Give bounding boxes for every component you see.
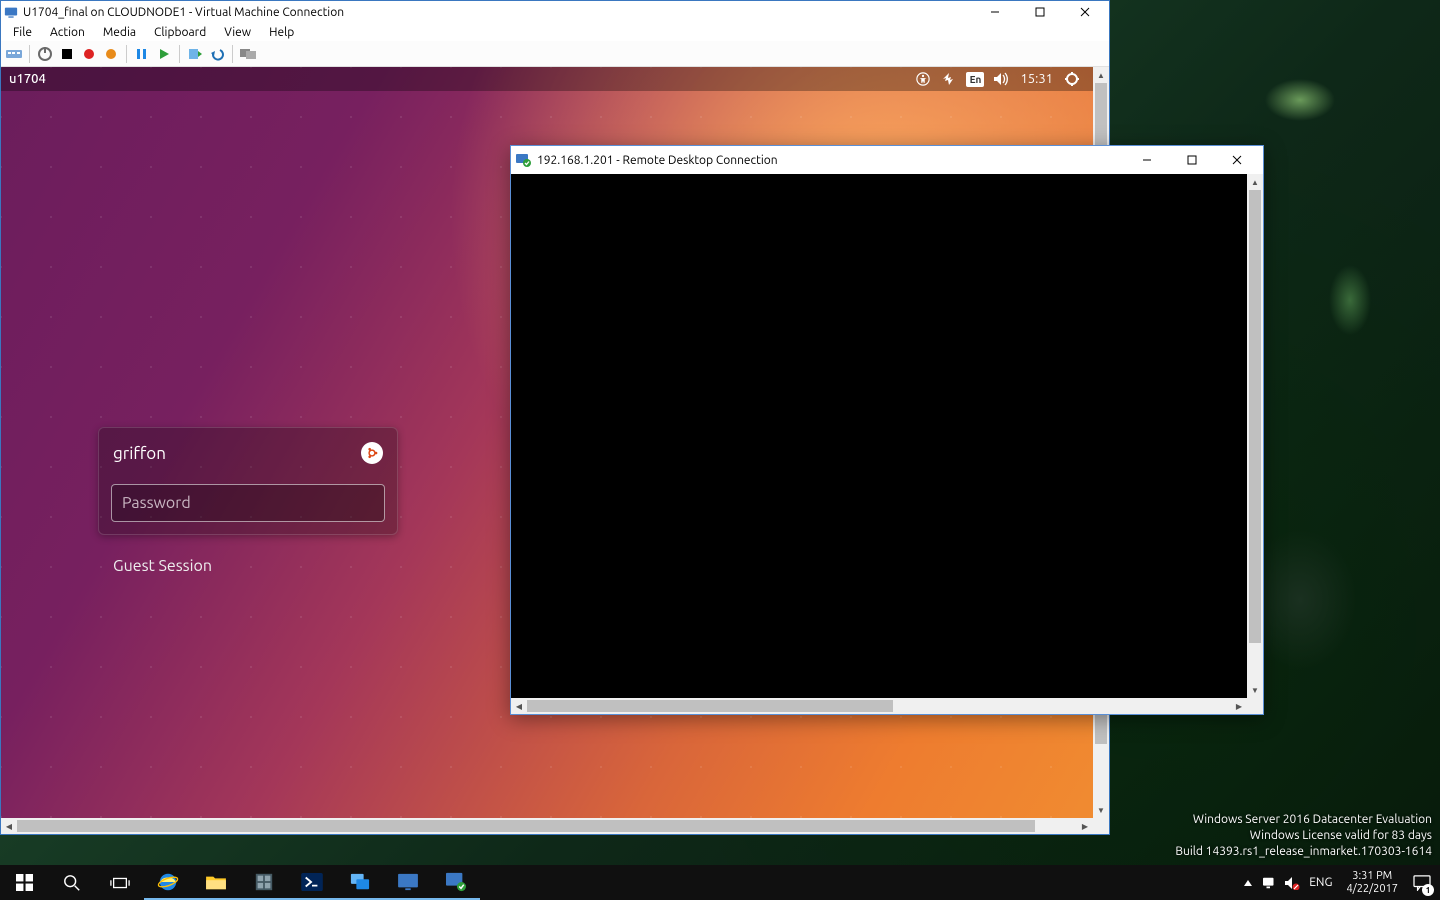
- menu-file[interactable]: File: [5, 25, 40, 40]
- taskbar-app-server-manager[interactable]: [240, 865, 288, 900]
- toolbar-separator: [232, 45, 233, 63]
- taskbar-app-powershell[interactable]: [288, 865, 336, 900]
- maximize-button[interactable]: [1017, 1, 1062, 23]
- scroll-left-icon[interactable]: ◀: [511, 698, 527, 714]
- menu-action[interactable]: Action: [42, 25, 93, 40]
- network-tray-icon[interactable]: [1259, 865, 1281, 900]
- taskbar-app-explorer[interactable]: [192, 865, 240, 900]
- menu-media[interactable]: Media: [95, 25, 144, 40]
- windows-taskbar: ENG 3:31 PM 4/22/2017 1: [0, 865, 1440, 900]
- taskbar-app-hyperv-manager[interactable]: [336, 865, 384, 900]
- guest-session-link[interactable]: Guest Session: [113, 557, 212, 575]
- start-button[interactable]: [0, 865, 48, 900]
- tray-overflow-icon[interactable]: [1237, 865, 1259, 900]
- minimize-button[interactable]: [972, 1, 1017, 23]
- login-username[interactable]: griffon: [113, 444, 166, 463]
- save-icon[interactable]: [102, 45, 120, 63]
- tray-date: 4/22/2017: [1346, 883, 1398, 896]
- scroll-up-icon[interactable]: ▲: [1093, 67, 1109, 83]
- action-center-button[interactable]: 1: [1406, 865, 1438, 900]
- vmconnect-title: U1704_final on CLOUDNODE1 - Virtual Mach…: [23, 6, 344, 19]
- scroll-right-icon[interactable]: ▶: [1077, 818, 1093, 834]
- accessibility-icon[interactable]: [914, 70, 932, 88]
- menu-help[interactable]: Help: [261, 25, 302, 40]
- vmconnect-horizontal-scrollbar[interactable]: ◀ ▶: [1, 818, 1093, 834]
- vmconnect-titlebar[interactable]: U1704_final on CLOUDNODE1 - Virtual Mach…: [1, 1, 1109, 23]
- vmconnect-toolbar: [1, 41, 1109, 67]
- task-view-button[interactable]: [96, 865, 144, 900]
- notification-count-badge: 1: [1422, 884, 1434, 896]
- scroll-up-icon[interactable]: ▲: [1247, 174, 1263, 190]
- toolbar-separator: [126, 45, 127, 63]
- scroll-down-icon[interactable]: ▼: [1093, 802, 1109, 818]
- scrollbar-corner: [1247, 698, 1263, 714]
- start-icon[interactable]: [36, 45, 54, 63]
- tray-time: 3:31 PM: [1346, 870, 1398, 883]
- network-icon[interactable]: [940, 70, 958, 88]
- vmconnect-menubar: File Action Media Clipboard View Help: [1, 23, 1109, 41]
- tray-clock[interactable]: 3:31 PM 4/22/2017: [1338, 870, 1406, 896]
- ubuntu-top-panel: u1704 En 15:31: [1, 67, 1093, 91]
- ctrl-alt-del-icon[interactable]: [5, 45, 23, 63]
- ubuntu-hostname: u1704: [9, 72, 46, 86]
- checkpoint-icon[interactable]: [186, 45, 204, 63]
- menu-view[interactable]: View: [216, 25, 259, 40]
- search-button[interactable]: [48, 865, 96, 900]
- taskbar-app-vmconnect[interactable]: [384, 865, 432, 900]
- scroll-right-icon[interactable]: ▶: [1231, 698, 1247, 714]
- toolbar-separator: [179, 45, 180, 63]
- pause-icon[interactable]: [133, 45, 151, 63]
- rdp-window: 192.168.1.201 - Remote Desktop Connectio…: [510, 145, 1264, 715]
- taskbar-app-rdp[interactable]: [432, 865, 480, 900]
- reset-icon[interactable]: [155, 45, 173, 63]
- rdp-vertical-scrollbar[interactable]: ▲ ▼: [1247, 174, 1263, 698]
- maximize-button[interactable]: [1169, 149, 1214, 171]
- login-box: griffon: [98, 427, 398, 535]
- rdp-title: 192.168.1.201 - Remote Desktop Connectio…: [537, 154, 778, 167]
- volume-tray-icon[interactable]: [1281, 865, 1303, 900]
- taskbar-app-ie[interactable]: [144, 865, 192, 900]
- menu-clipboard[interactable]: Clipboard: [146, 25, 214, 40]
- revert-icon[interactable]: [208, 45, 226, 63]
- keyboard-layout-indicator[interactable]: En: [966, 72, 984, 87]
- turnoff-icon[interactable]: [58, 45, 76, 63]
- system-menu-icon[interactable]: [1063, 70, 1081, 88]
- rdp-viewport[interactable]: ▲ ▼ ◀ ▶: [511, 174, 1263, 714]
- close-button[interactable]: [1062, 1, 1107, 23]
- password-input[interactable]: [111, 484, 385, 522]
- rdp-titlebar[interactable]: 192.168.1.201 - Remote Desktop Connectio…: [511, 146, 1263, 174]
- vmconnect-app-icon: [3, 4, 19, 20]
- windows-watermark: Windows Server 2016 Datacenter Evaluatio…: [1175, 812, 1432, 860]
- tray-language[interactable]: ENG: [1303, 876, 1338, 889]
- scrollbar-corner: [1093, 818, 1109, 834]
- system-tray: ENG 3:31 PM 4/22/2017 1: [1237, 865, 1440, 900]
- scroll-left-icon[interactable]: ◀: [1, 818, 17, 834]
- rdp-horizontal-scrollbar[interactable]: ◀ ▶: [511, 698, 1247, 714]
- rdp-app-icon: [515, 152, 531, 168]
- enhanced-session-icon[interactable]: [239, 45, 257, 63]
- shutdown-icon[interactable]: [80, 45, 98, 63]
- ubuntu-clock[interactable]: 15:31: [1020, 72, 1053, 86]
- volume-icon[interactable]: [992, 70, 1010, 88]
- close-button[interactable]: [1214, 149, 1259, 171]
- ubuntu-logo-icon: [361, 442, 383, 464]
- minimize-button[interactable]: [1124, 149, 1169, 171]
- toolbar-separator: [29, 45, 30, 63]
- scroll-down-icon[interactable]: ▼: [1247, 682, 1263, 698]
